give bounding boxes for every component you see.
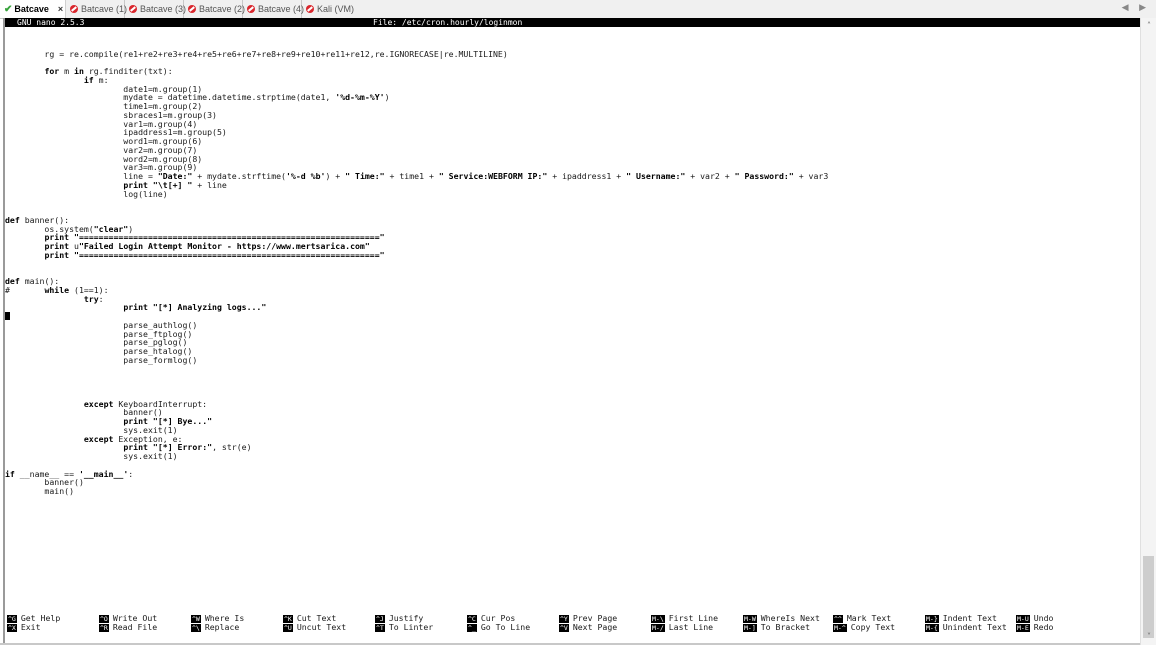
shortcut-label: Exit [20,622,41,632]
shortcut-key: M-] [743,624,757,632]
shortcut-label: Redo [1033,622,1054,632]
code-line[interactable]: parse_formlog() [5,355,828,365]
check-icon: ✔ [4,4,13,15]
shortcut-key: ^O [99,615,109,623]
tab-batcave[interactable]: ✔ Batcave × [0,0,66,18]
shortcut-key: ^^ [833,615,843,623]
code-line[interactable] [5,32,828,41]
shortcut-key: ^J [375,615,385,623]
code-line[interactable]: print "[*] Analyzing logs..." [5,303,828,312]
shortcut-item: ^V Next Page [559,623,617,632]
code-line[interactable]: main() [5,487,828,496]
code-line[interactable]: if __name__ == '__main__': [5,469,828,479]
nano-title-bar: GNU nano 2.5.3 File: /etc/cron.hourly/lo… [5,18,1142,27]
tab-bar: ✔ Batcave × Batcave (1) Batcave (3) Batcav… [0,0,1156,19]
code-line[interactable]: print "=================================… [5,250,828,260]
shortcut-key: ^_ [467,624,477,632]
scrollbar-thumb[interactable] [1143,556,1154,638]
tab-batcave-2[interactable]: Batcave (2) [184,0,246,18]
scroll-down-arrow-icon[interactable]: ˅ [1141,631,1156,643]
code-line[interactable]: log(line) [5,189,828,199]
code-line[interactable] [5,373,828,382]
code-line[interactable]: rg = re.compile(re1+re2+re3+re4+re5+re6+… [5,49,828,59]
disconnected-icon [247,5,255,13]
code-line[interactable] [5,382,828,391]
disconnected-icon [70,5,78,13]
shortcut-item: M-E Redo [1016,623,1053,632]
shortcut-item: M-/Last Line [651,623,713,632]
shortcut-label: To Linter [388,622,434,632]
shortcut-key: ^G [7,615,17,623]
shortcut-label: Unindent Text [942,622,1007,632]
shortcut-label: Replace [204,622,240,632]
code-line[interactable] [5,268,828,277]
file-path: File: /etc/cron.hourly/loginmon [373,18,523,27]
code-line[interactable]: def main(): [5,277,828,286]
editor-text-area[interactable]: rg = re.compile(re1+re2+re3+re4+re5+re6+… [5,32,828,496]
shortcut-key: M-W [743,615,757,623]
code-line[interactable]: # while (1==1): [5,285,828,295]
shortcut-item: ^_ Go To Line [467,623,530,632]
shortcut-item: ^R Read File [99,623,157,632]
shortcut-item: ^\ Replace [191,623,239,632]
shortcut-item: ^X Exit [7,623,41,632]
vertical-scrollbar[interactable]: ˄ ˅ [1140,18,1156,645]
scroll-up-arrow-icon[interactable]: ˄ [1141,20,1156,32]
disconnected-icon [306,5,314,13]
shortcut-key: ^R [99,624,109,632]
shortcut-key: ^Y [559,615,569,623]
disconnected-icon [129,5,137,13]
shortcut-key: M-/ [651,624,665,632]
shortcut-label: To Bracket [760,622,811,632]
code-line[interactable] [5,260,828,269]
shortcut-key: ^C [467,615,477,623]
shortcut-item: ^T To Linter [375,623,433,632]
shortcut-key: M-^ [833,624,847,632]
tab-label: Kali (VM) [317,4,355,14]
shortcut-label: Copy Text [850,622,896,632]
shortcut-key: M-} [925,615,939,623]
tab-batcave-3[interactable]: Batcave (3) [125,0,187,18]
shortcut-key: M-\ [651,615,665,623]
shortcut-item: ^U Uncut Text [283,623,346,632]
shortcut-key: ^K [283,615,293,623]
shortcut-key: ^V [559,624,569,632]
tab-label: Batcave (2) [199,4,246,14]
close-icon[interactable]: × [58,4,63,14]
tab-label: Batcave (4) [258,4,305,14]
shortcut-item: M-] To Bracket [743,623,810,632]
shortcut-label: Uncut Text [296,622,347,632]
shortcut-label: Next Page [572,622,618,632]
text-cursor [5,312,10,320]
shortcut-item: M-^ Copy Text [833,623,895,632]
code-line[interactable] [5,198,828,207]
code-line[interactable]: sys.exit(1) [5,452,828,461]
shortcut-key: ^X [7,624,17,632]
shortcut-key: ^U [283,624,293,632]
tab-scroll-arrows[interactable]: ◀ ▶ [1122,2,1150,13]
code-line[interactable] [5,207,828,216]
tab-label: Batcave [14,4,49,14]
tab-kali-vm[interactable]: Kali (VM) [302,0,356,18]
shortcut-label: Go To Line [480,622,531,632]
terminal-window[interactable]: GNU nano 2.5.3 File: /etc/cron.hourly/lo… [3,18,1142,643]
shortcut-key: ^W [191,615,201,623]
tab-label: Batcave (3) [140,4,187,14]
nano-version: GNU nano 2.5.3 [17,18,85,27]
shortcut-key: M-U [1016,615,1030,623]
tab-batcave-1[interactable]: Batcave (1) [66,0,128,18]
tab-batcave-4[interactable]: Batcave (4) [243,0,305,18]
shortcut-key: ^T [375,624,385,632]
code-line[interactable]: banner() [5,478,828,487]
shortcut-label: Read File [112,622,158,632]
shortcut-label: Last Line [668,622,714,632]
disconnected-icon [188,5,196,13]
code-line[interactable] [5,365,828,374]
shortcut-item: M-{Unindent Text [925,623,1007,632]
shortcut-key: M-{ [925,624,939,632]
shortcut-key: M-E [1016,624,1030,632]
tab-label: Batcave (1) [81,4,128,14]
code-line[interactable]: for m in rg.finditer(txt): [5,67,828,76]
shortcut-key: ^\ [191,624,201,632]
